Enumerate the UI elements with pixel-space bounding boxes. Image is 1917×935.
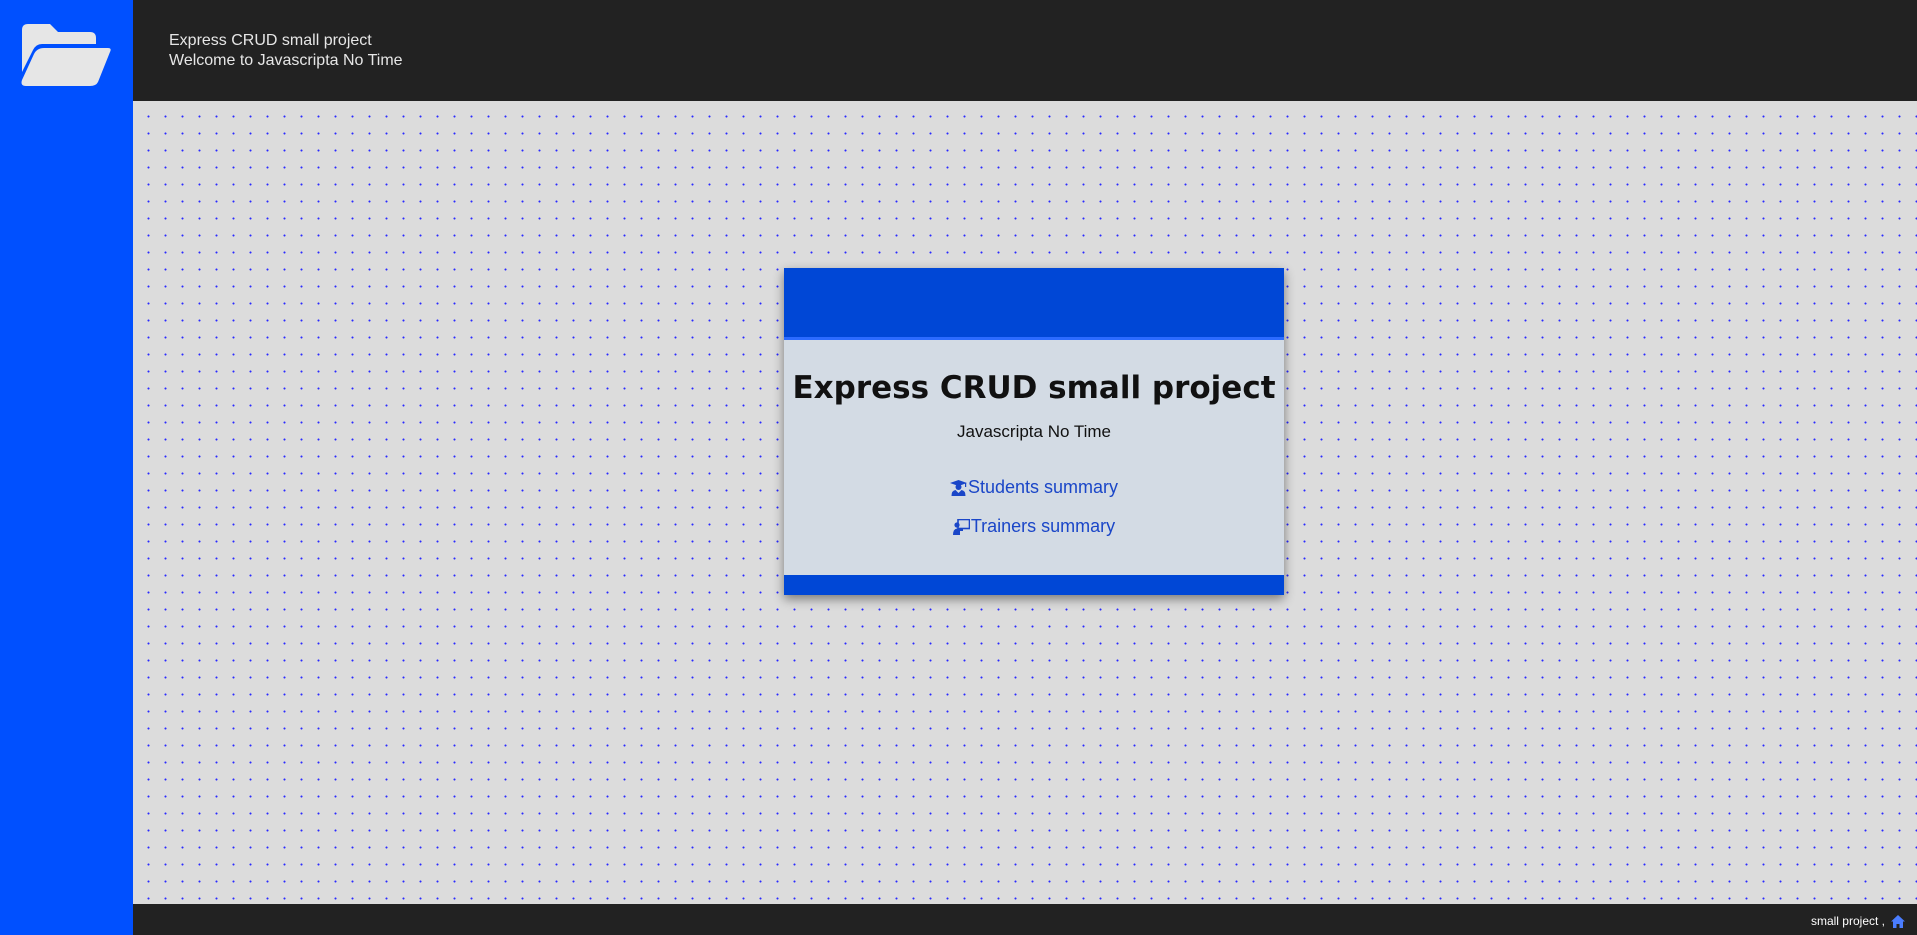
chalkboard-teacher-icon [952,518,970,535]
user-graduate-icon [949,479,967,496]
students-summary-link[interactable]: Students summary [949,468,1119,507]
welcome-card: Express CRUD small project Javascripta N… [784,268,1284,595]
header-subtitle: Welcome to Javascripta No Time [169,52,403,69]
footer-text: small project , [1810,914,1885,928]
card-links: Students summary Trainers summary [784,468,1284,546]
trainers-summary-link[interactable]: Trainers summary [952,507,1116,546]
card-title: Express CRUD small project [792,370,1276,406]
top-header: Express CRUD small project Welcome to Ja… [133,0,1917,101]
footer-content: small project , [1811,914,1905,928]
card-subtitle: Javascripta No Time [957,422,1111,441]
home-icon[interactable] [1891,914,1905,928]
sidebar [0,0,133,935]
header-title: Express CRUD small project [169,32,372,49]
trainers-summary-label: Trainers summary [970,516,1116,536]
folder-open-icon[interactable] [20,22,112,88]
card-bottom-band [784,575,1284,595]
footer: small project , [133,904,1917,935]
card-top-band [784,268,1284,340]
main-content: Express CRUD small project Javascripta N… [133,101,1917,904]
students-summary-label: Students summary [967,477,1119,497]
